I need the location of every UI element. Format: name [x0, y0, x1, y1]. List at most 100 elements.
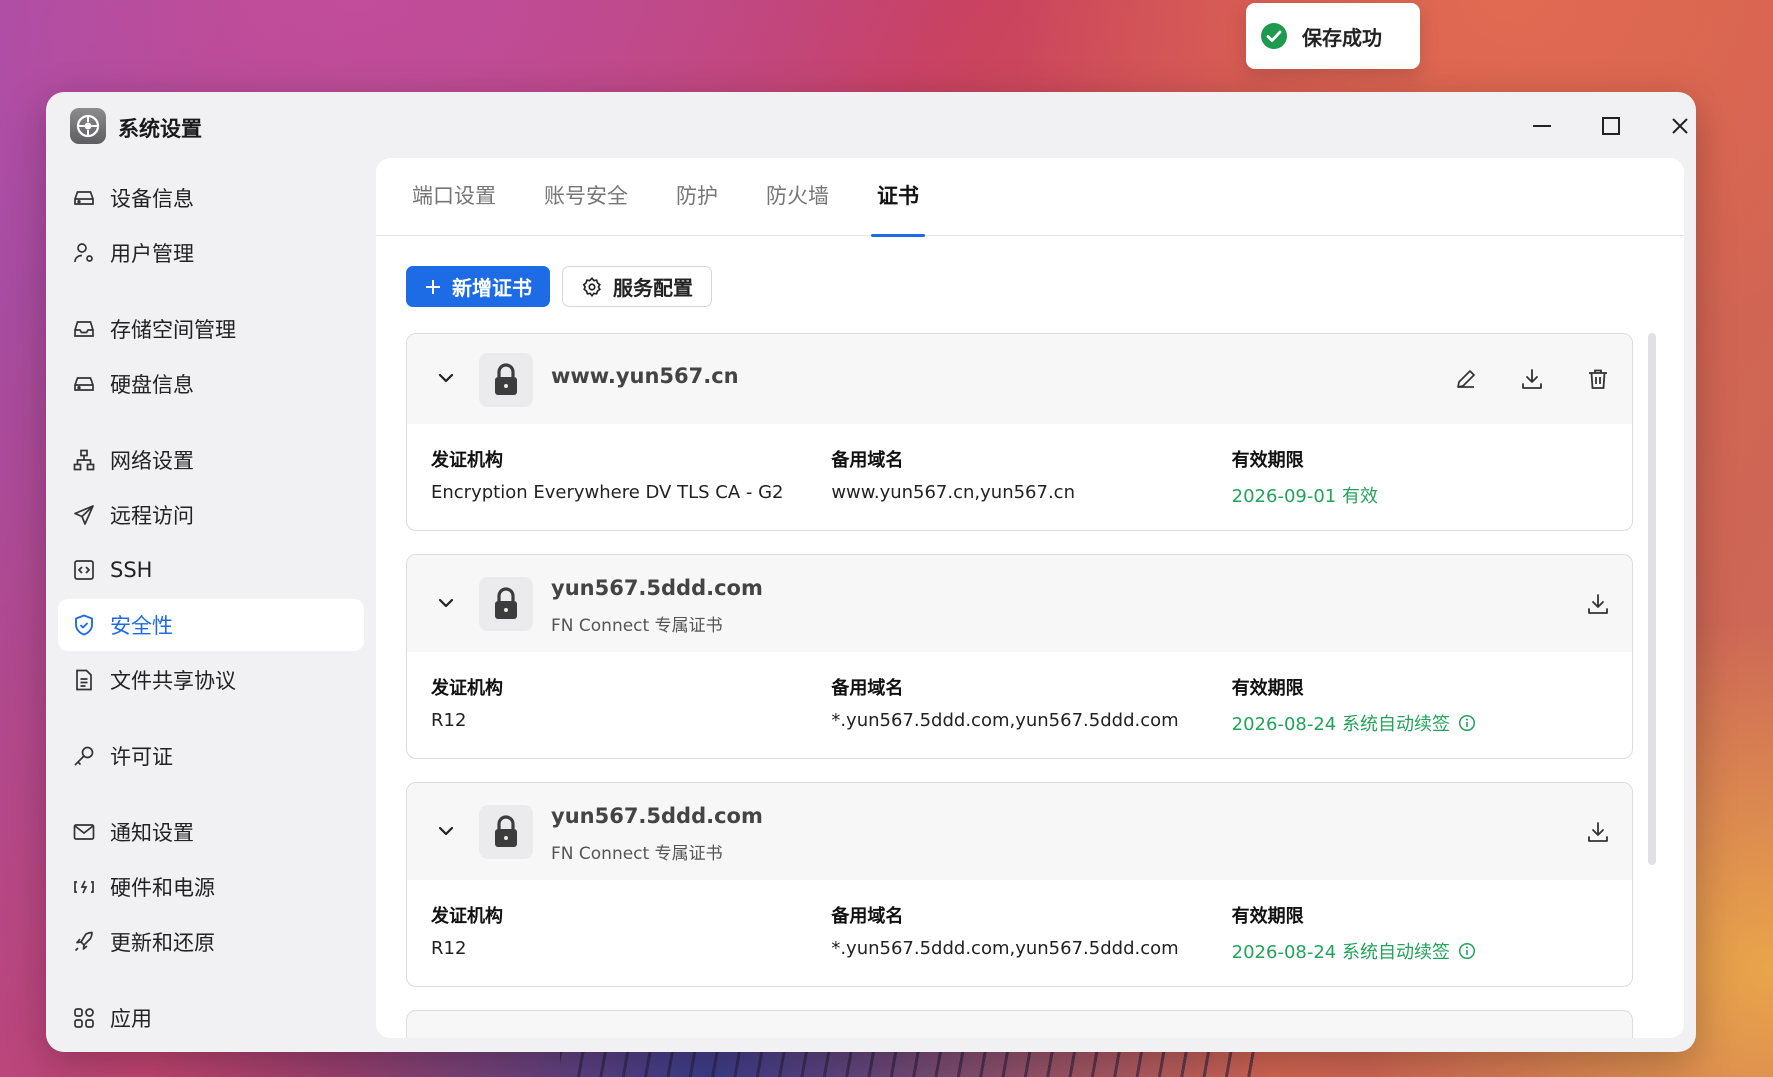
certificate-card: yun567.5ddd.com FN Connect 专属证书 发证机构 R12 …	[406, 554, 1633, 759]
add-certificate-button[interactable]: 新增证书	[406, 266, 550, 307]
alt-names-label: 备用域名	[831, 678, 904, 699]
sidebar-item-device-info[interactable]: 设备信息	[58, 172, 364, 224]
certificate-card: www.yun567.cn 发证机构 Encryption Everywhere …	[406, 333, 1633, 531]
delete-icon[interactable]	[1584, 365, 1612, 393]
sidebar-item-label: 硬件和电源	[110, 876, 215, 900]
sidebar-item-user-management[interactable]: 用户管理	[58, 227, 364, 279]
maximize-button[interactable]	[1591, 106, 1631, 146]
window-title: 系统设置	[118, 117, 202, 141]
lock-icon	[479, 577, 533, 631]
certificate-details: 发证机构 R12 备用域名 *.yun567.5ddd.com,yun567.5dd…	[407, 652, 1632, 758]
certificate-domain: www.yun567.cn	[551, 364, 739, 388]
certificate-header: www.yun567.cn	[407, 334, 1632, 424]
certificate-subtitle: FN Connect 专属证书	[551, 616, 723, 636]
sidebar-item-label: SSH	[110, 558, 153, 582]
sidebar-item-security[interactable]: 安全性	[58, 599, 364, 651]
tab-protection[interactable]: 防护	[676, 158, 718, 236]
certificate-domain: yun567.5ddd.com	[551, 804, 763, 828]
sidebar-item-ssh[interactable]: SSH	[58, 544, 364, 596]
sidebar-item-label: 安全性	[110, 614, 173, 638]
tab-bar: 端口设置 账号安全 防护 防火墙 证书	[376, 158, 1684, 237]
download-icon[interactable]	[1518, 365, 1546, 393]
validity-value: 2026-08-24 系统自动续签	[1231, 942, 1450, 963]
sidebar-item-label: 应用	[110, 1007, 152, 1031]
alt-names-value: *.yun567.5ddd.com,yun567.5ddd.com	[831, 938, 1179, 959]
issuer-value: R12	[431, 710, 467, 731]
tab-certificates[interactable]: 证书	[871, 158, 925, 237]
info-icon[interactable]	[1458, 714, 1476, 732]
issuer-label: 发证机构	[431, 678, 503, 699]
info-icon[interactable]	[1458, 942, 1476, 960]
sidebar-item-license[interactable]: 许可证	[58, 730, 364, 782]
send-icon	[70, 501, 98, 529]
sidebar-item-label: 通知设置	[110, 821, 194, 845]
gear-icon	[581, 276, 603, 298]
sidebar-item-remote-access[interactable]: 远程访问	[58, 489, 364, 541]
sidebar-item-apps[interactable]: 应用	[58, 992, 364, 1044]
sidebar-item-label: 网络设置	[110, 449, 194, 473]
lock-icon	[479, 353, 533, 407]
tab-account-security[interactable]: 账号安全	[544, 158, 628, 236]
alt-names-value: www.yun567.cn,yun567.cn	[831, 482, 1075, 503]
validity-label: 有效期限	[1231, 906, 1304, 927]
close-button[interactable]	[1660, 106, 1696, 146]
tab-port-settings[interactable]: 端口设置	[412, 158, 496, 236]
download-icon[interactable]	[1584, 818, 1612, 846]
sidebar-item-update-restore[interactable]: 更新和还原	[58, 916, 364, 968]
validity-value: 2026-08-24 系统自动续签	[1231, 714, 1450, 735]
content-panel: 端口设置 账号安全 防护 防火墙 证书 新增证书 服务配置 www.yun567…	[376, 158, 1684, 1038]
chevron-down-icon[interactable]	[433, 365, 459, 391]
chevron-down-icon[interactable]	[433, 818, 459, 844]
document-icon	[70, 666, 98, 694]
validity-label: 有效期限	[1231, 450, 1304, 471]
service-config-label: 服务配置	[613, 276, 693, 300]
plus-icon	[424, 278, 442, 296]
download-icon[interactable]	[1584, 590, 1612, 618]
certificate-header: yun567.5ddd.com FN Connect 专属证书	[407, 783, 1632, 880]
validity-value: 2026-09-01 有效	[1231, 486, 1378, 507]
settings-app-icon	[70, 108, 106, 144]
issuer-value: R12	[431, 938, 467, 959]
minimize-button[interactable]	[1522, 106, 1562, 146]
sidebar: 设备信息 用户管理 存储空间管理 硬盘信息 网络设置 远程访问 SSH 安全性	[58, 172, 364, 1047]
sidebar-item-network[interactable]: 网络设置	[58, 434, 364, 486]
certificate-details: 发证机构 Encryption Everywhere DV TLS CA - G2…	[407, 424, 1632, 530]
inbox-icon	[70, 315, 98, 343]
sidebar-item-hardware-power[interactable]: 硬件和电源	[58, 861, 364, 913]
lock-icon	[479, 805, 533, 859]
sidebar-item-file-sharing[interactable]: 文件共享协议	[58, 654, 364, 706]
add-certificate-label: 新增证书	[452, 276, 532, 300]
sidebar-item-label: 远程访问	[110, 504, 194, 528]
certificate-list: www.yun567.cn 发证机构 Encryption Everywhere …	[406, 333, 1633, 1038]
certificate-header: yun567.5ddd.com FN Connect 专属证书	[407, 555, 1632, 652]
shield-check-icon	[70, 611, 98, 639]
service-config-button[interactable]: 服务配置	[562, 266, 712, 307]
check-circle-icon	[1260, 22, 1288, 50]
edit-icon[interactable]	[1452, 365, 1480, 393]
sidebar-item-storage[interactable]: 存储空间管理	[58, 303, 364, 355]
alt-names-label: 备用域名	[831, 450, 904, 471]
certificate-card-partial	[406, 1010, 1633, 1038]
toast-text: 保存成功	[1302, 25, 1382, 50]
network-icon	[70, 446, 98, 474]
sidebar-item-label: 存储空间管理	[110, 318, 236, 342]
tab-firewall[interactable]: 防火墙	[766, 158, 829, 236]
rocket-icon	[70, 928, 98, 956]
power-plug-icon	[70, 873, 98, 901]
apps-grid-icon	[70, 1004, 98, 1032]
sidebar-item-disk-info[interactable]: 硬盘信息	[58, 358, 364, 410]
save-success-toast: 保存成功	[1246, 3, 1420, 69]
scrollbar[interactable]	[1648, 333, 1656, 865]
validity-label: 有效期限	[1231, 678, 1304, 699]
issuer-value: Encryption Everywhere DV TLS CA - G2	[431, 482, 784, 503]
code-box-icon	[70, 556, 98, 584]
sidebar-item-notifications[interactable]: 通知设置	[58, 806, 364, 858]
sidebar-item-label: 用户管理	[110, 242, 194, 266]
certificate-details: 发证机构 R12 备用域名 *.yun567.5ddd.com,yun567.5dd…	[407, 880, 1632, 986]
titlebar: 系统设置	[46, 92, 1696, 156]
alt-names-label: 备用域名	[831, 906, 904, 927]
issuer-label: 发证机构	[431, 450, 503, 471]
chevron-down-icon[interactable]	[433, 590, 459, 616]
sidebar-item-label: 更新和还原	[110, 931, 215, 955]
cert-toolbar: 新增证书 服务配置	[406, 266, 712, 307]
